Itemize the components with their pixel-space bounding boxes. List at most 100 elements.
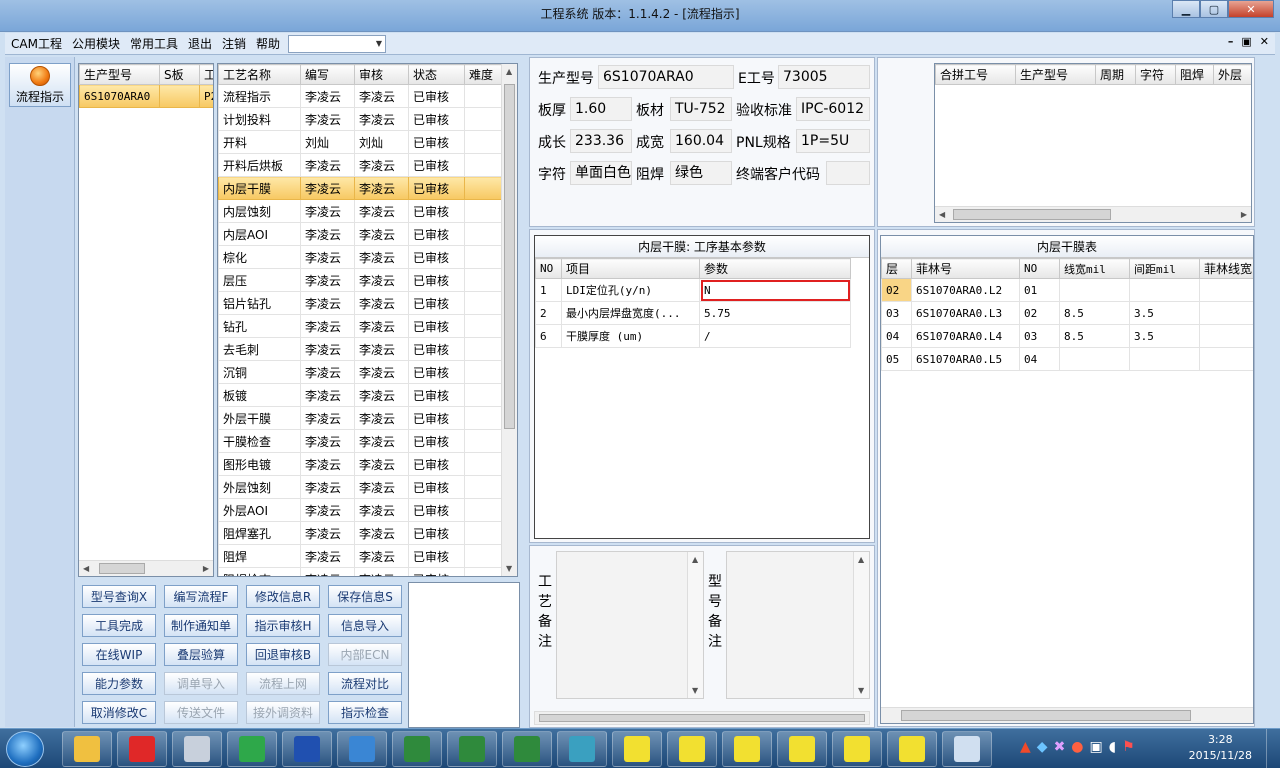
e-number-field[interactable]: 73005 [778,65,870,89]
merge-model-header[interactable]: 生产型号 [1015,64,1096,85]
param-value-cell[interactable]: N [699,278,851,302]
table-row[interactable]: 03 6S1070ARA0.L3 02 8.5 3.5 [881,301,1253,325]
process-note-input[interactable]: ▲ ▼ [556,551,704,699]
table-row[interactable]: 流程指示 李凌云 李凌云 已审核 [218,84,502,108]
action-button-0-3[interactable]: 保存信息S [328,585,402,608]
merge-no-header[interactable]: 合拼工号 [935,64,1016,85]
mdi-minimize-button[interactable]: – [1228,35,1234,48]
taskbar-app-button[interactable] [832,731,882,767]
tray-clock[interactable]: 3:28 2015/11/28 [1189,732,1252,764]
difficulty-header[interactable]: 难度 [464,64,502,85]
film-hscroll[interactable] [881,707,1253,723]
show-desktop-button[interactable] [1266,729,1280,768]
taskbar-app-button[interactable] [502,731,552,767]
tray-browser-icon[interactable]: ● [1071,739,1083,755]
table-row[interactable]: 外层干膜 李凌云 李凌云 已审核 [218,406,502,430]
action-button-4-1[interactable]: 传送文件 [164,701,238,724]
table-row[interactable]: 04 6S1070ARA0.L4 03 8.5 3.5 [881,324,1253,348]
process-vscroll[interactable]: ▲ ▼ [501,64,517,576]
film-line-width-header[interactable]: 线宽mil [1059,258,1130,279]
merge-cycle-header[interactable]: 周期 [1095,64,1136,85]
film-layer-header[interactable]: 层 [881,258,912,279]
taskbar-app-button[interactable] [942,731,992,767]
s-board-col-header[interactable]: S板 [159,64,200,85]
action-button-2-2[interactable]: 回退审核B [246,643,320,666]
tray-sync-icon[interactable]: ◆ [1037,739,1048,755]
param-value-header[interactable]: 参数 [699,258,851,279]
table-row[interactable]: 阻焊 李凌云 李凌云 已审核 [218,544,502,568]
taskbar-app-button[interactable] [777,731,827,767]
menu-exit[interactable]: 退出 [184,35,216,52]
menu-cam[interactable]: CAM工程 [7,35,66,52]
flow-indicator-button[interactable]: 流程指示 [9,63,71,107]
merge-char-header[interactable]: 字符 [1135,64,1176,85]
status-header[interactable]: 状态 [408,64,465,85]
menu-logout[interactable]: 注销 [218,35,250,52]
menu-help[interactable]: 帮助 [252,35,284,52]
action-button-2-0[interactable]: 在线WIP [82,643,156,666]
param-value-cell[interactable]: 5.75 [699,301,851,325]
table-row[interactable]: 6S1070ARA0 P2 [79,84,213,108]
taskbar-app-button[interactable] [62,731,112,767]
taskbar-app-button[interactable] [172,731,222,767]
menu-tools[interactable]: 常用工具 [126,35,182,52]
taskbar-app-button[interactable] [557,731,607,767]
taskbar-app-button[interactable] [392,731,442,767]
process-note-scrollbar[interactable]: ▲ ▼ [687,552,703,698]
length-field[interactable]: 233.36 [570,129,632,153]
menu-combo[interactable]: ▼ [288,34,387,53]
param-value-cell[interactable]: / [699,324,851,348]
start-button[interactable] [6,731,44,767]
taskbar-app-button[interactable] [612,731,662,767]
action-button-1-0[interactable]: 工具完成 [82,614,156,637]
table-row[interactable]: 阻焊检查李凌云李凌云已审核 [218,567,502,576]
table-row[interactable]: 内层AOI 李凌云 李凌云 已审核 [218,222,502,246]
table-row[interactable]: 内层蚀刻 李凌云 李凌云 已审核 [218,199,502,223]
pnl-field[interactable]: 1P=5U [796,129,870,153]
action-button-3-2[interactable]: 流程上网 [246,672,320,695]
maximize-button[interactable]: ▢ [1200,0,1228,18]
film-no-header[interactable]: 菲林号 [911,258,1020,279]
action-button-0-0[interactable]: 型号查询X [82,585,156,608]
model-col-header[interactable]: 生产型号 [79,64,160,85]
table-row[interactable]: 层压 李凌云 李凌云 已审核 [218,268,502,292]
mdi-close-button[interactable]: ✕ [1260,35,1269,48]
action-button-4-3[interactable]: 指示检查 [328,701,402,724]
action-button-0-2[interactable]: 修改信息R [246,585,320,608]
table-row[interactable]: 2 最小内层焊盘宽度(... 5.75 [535,301,851,325]
customer-code-field[interactable] [826,161,870,185]
action-button-1-2[interactable]: 指示审核H [246,614,320,637]
table-row[interactable]: 棕化 李凌云 李凌云 已审核 [218,245,502,269]
taskbar-app-button[interactable] [337,731,387,767]
note-area[interactable] [408,582,520,728]
table-row[interactable]: 内层干膜 李凌云 李凌云 已审核 [218,176,502,200]
reviewer-header[interactable]: 审核 [354,64,409,85]
action-button-3-1[interactable]: 调单导入 [164,672,238,695]
taskbar-app-button[interactable] [117,731,167,767]
taskbar-app-button[interactable] [722,731,772,767]
model-note-scrollbar[interactable]: ▲ ▼ [853,552,869,698]
merge-outer-header[interactable]: 外层 [1213,64,1251,85]
table-row[interactable]: 去毛刺 李凌云 李凌云 已审核 [218,337,502,361]
table-row[interactable]: 05 6S1070ARA0.L5 04 [881,347,1253,371]
film-seq-header[interactable]: NO [1019,258,1060,279]
table-row[interactable]: 开料后烘板 李凌云 李凌云 已审核 [218,153,502,177]
tray-network-icon[interactable]: ▣ [1090,739,1103,755]
action-button-4-0[interactable]: 取消修改C [82,701,156,724]
table-row[interactable]: 沉铜 李凌云 李凌云 已审核 [218,360,502,384]
table-row[interactable]: 6 干膜厚度 (um) / [535,324,851,348]
author-header[interactable]: 编写 [300,64,355,85]
action-button-0-1[interactable]: 编写流程F [164,585,238,608]
close-button[interactable]: ✕ [1228,0,1274,18]
table-row[interactable]: 板镀 李凌云 李凌云 已审核 [218,383,502,407]
param-item-header[interactable]: 项目 [561,258,700,279]
character-field[interactable]: 单面白色 [570,161,632,185]
film-line-width2-header[interactable]: 菲林线宽 [1199,258,1253,279]
material-field[interactable]: TU-752 [670,97,732,121]
table-row[interactable]: 干膜检查 李凌云 李凌云 已审核 [218,429,502,453]
action-button-1-3[interactable]: 信息导入 [328,614,402,637]
table-row[interactable]: 外层AOI 李凌云 李凌云 已审核 [218,498,502,522]
action-button-2-1[interactable]: 叠层验算 [164,643,238,666]
tray-volume-icon[interactable]: ◖ [1109,739,1116,755]
taskbar-app-button[interactable] [282,731,332,767]
